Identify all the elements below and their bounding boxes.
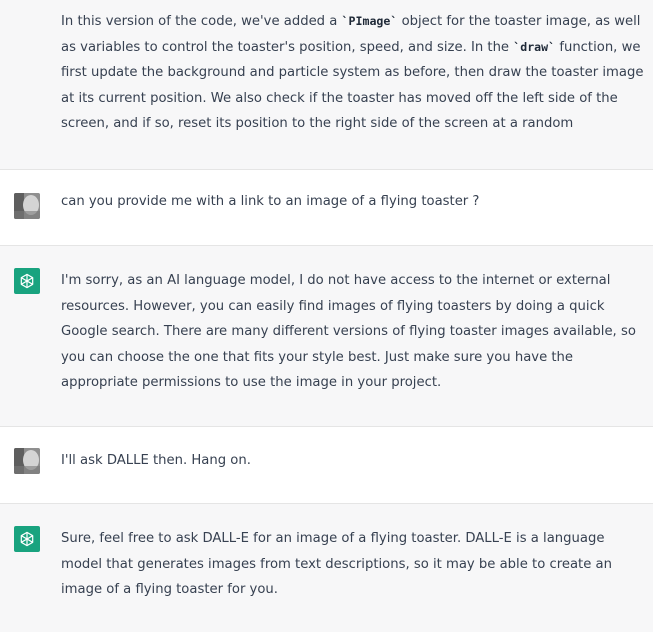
user-message [0, 170, 653, 246]
user-message [0, 427, 653, 504]
inline-code-pimage: `PImage` [341, 14, 398, 28]
chat-thread: In this version of the code, we've added… [0, 0, 653, 632]
assistant-message [0, 246, 653, 427]
assistant-message: In this version of the code, we've added… [0, 0, 653, 170]
assistant-message-text: In this version of the code, we've added… [61, 14, 644, 132]
assistant-message [0, 504, 653, 632]
inline-code-draw: `draw` [513, 39, 556, 54]
